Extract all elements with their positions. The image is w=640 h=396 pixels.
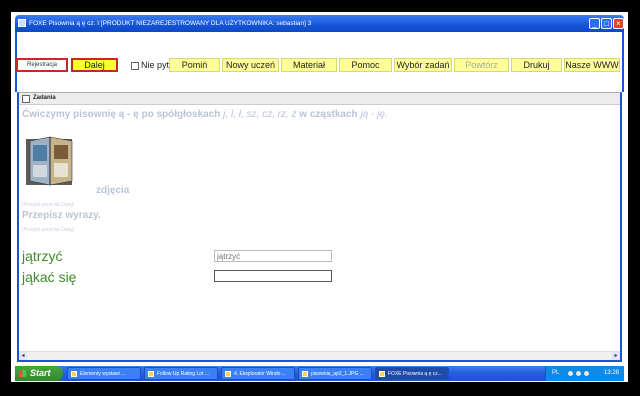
panel-header: Zadania [19, 93, 620, 105]
close-icon[interactable]: × [613, 18, 624, 29]
application-window: FOXE Pisownia ą ę cz. I [PRODUKT NIEZARE… [11, 12, 628, 382]
repeat-button[interactable]: Powtórz [454, 58, 509, 72]
tray-icon[interactable] [568, 371, 573, 376]
material-button[interactable]: Materiał [281, 58, 337, 72]
language-indicator[interactable]: PL [552, 366, 559, 381]
instruction-mid: w cząstkach [296, 109, 358, 120]
minimize-icon[interactable]: _ [589, 18, 600, 29]
toolbar: Rejestracja Dalej Nie pytaj Pomiń Nowy u… [16, 58, 620, 72]
word-label-2: jąkać się [22, 269, 77, 285]
windows-logo-icon [19, 370, 26, 377]
answer-input-1[interactable] [214, 250, 332, 262]
website-button[interactable]: Nasze WWW [564, 58, 620, 72]
task-instruction: Ćwiczymy pisownię ą - ę po spółgłoskach … [22, 109, 388, 120]
app-icon [379, 371, 385, 377]
next-button[interactable]: Dalej [71, 58, 118, 72]
hint-text-2: (Przejdź przycisk Dalej) [22, 227, 75, 233]
photo-label: zdjęcia [96, 185, 130, 196]
start-button[interactable]: Start [15, 366, 63, 381]
taskbar-item[interactable]: Follow Up Rating Lot ... [144, 367, 218, 380]
panel-title: Zadania [33, 95, 56, 101]
new-student-button[interactable]: Nowy uczeń [222, 58, 279, 72]
clock: 13:28 [603, 370, 619, 376]
taskbar-item[interactable]: 4. Eksplorator Windo ... [221, 367, 295, 380]
instruction-parts: ją - ję. [357, 109, 388, 120]
instruction-main: Ćwiczymy pisownię ą - ę po spółgłoskach [22, 109, 221, 120]
help-button[interactable]: Pomoc [339, 58, 392, 72]
taskbar: Start Elementy wystawi ... Follow Up Rat… [15, 366, 624, 381]
taskbar-item-active[interactable]: FOXE Pisownia ą ę cz... [375, 367, 449, 380]
skip-button[interactable]: Pomiń [169, 58, 220, 72]
horizontal-scrollbar[interactable]: ◂ ▸ [19, 351, 620, 360]
tray-icon[interactable] [576, 371, 581, 376]
taskbar-item[interactable]: pisownia_ap2_1.JPG ... [298, 367, 372, 380]
folder-icon [225, 371, 231, 377]
word-label-1: jątrzyć [22, 248, 63, 264]
window-icon [148, 371, 154, 377]
start-label: Start [30, 368, 51, 378]
photo-album-image[interactable] [24, 135, 78, 189]
answer-input-2[interactable] [214, 270, 332, 282]
window-title: FOXE Pisownia ą ę cz. I [PRODUKT NIEZARE… [29, 20, 312, 27]
register-button[interactable]: Rejestracja [16, 58, 68, 72]
task-select-button[interactable]: Wybór zadań [394, 58, 452, 72]
app-icon [18, 19, 26, 27]
maximize-icon[interactable]: □ [601, 18, 612, 29]
checkbox-icon[interactable] [131, 61, 139, 70]
tray-icon[interactable] [584, 371, 589, 376]
panel-checkbox-icon[interactable] [22, 94, 30, 103]
copy-words-instruction: Przepisz wyrazy. [22, 210, 101, 221]
folder-icon [71, 371, 77, 377]
instruction-letters: j, l, ł, sz, cz, rz, ż [223, 109, 297, 120]
print-button[interactable]: Drukuj [511, 58, 562, 72]
image-icon [302, 371, 308, 377]
scroll-right-icon[interactable]: ▸ [612, 352, 620, 360]
taskbar-item[interactable]: Elementy wystawi ... [67, 367, 141, 380]
tasks-panel: Zadania Ćwiczymy pisownię ą - ę po spółg… [17, 92, 622, 362]
title-bar[interactable]: FOXE Pisownia ą ę cz. I [PRODUKT NIEZARE… [15, 15, 624, 32]
system-tray: PL 13:28 [545, 366, 624, 381]
scroll-left-icon[interactable]: ◂ [19, 352, 27, 360]
hint-text: (Przejdź przycisk Dalej) [22, 202, 75, 208]
